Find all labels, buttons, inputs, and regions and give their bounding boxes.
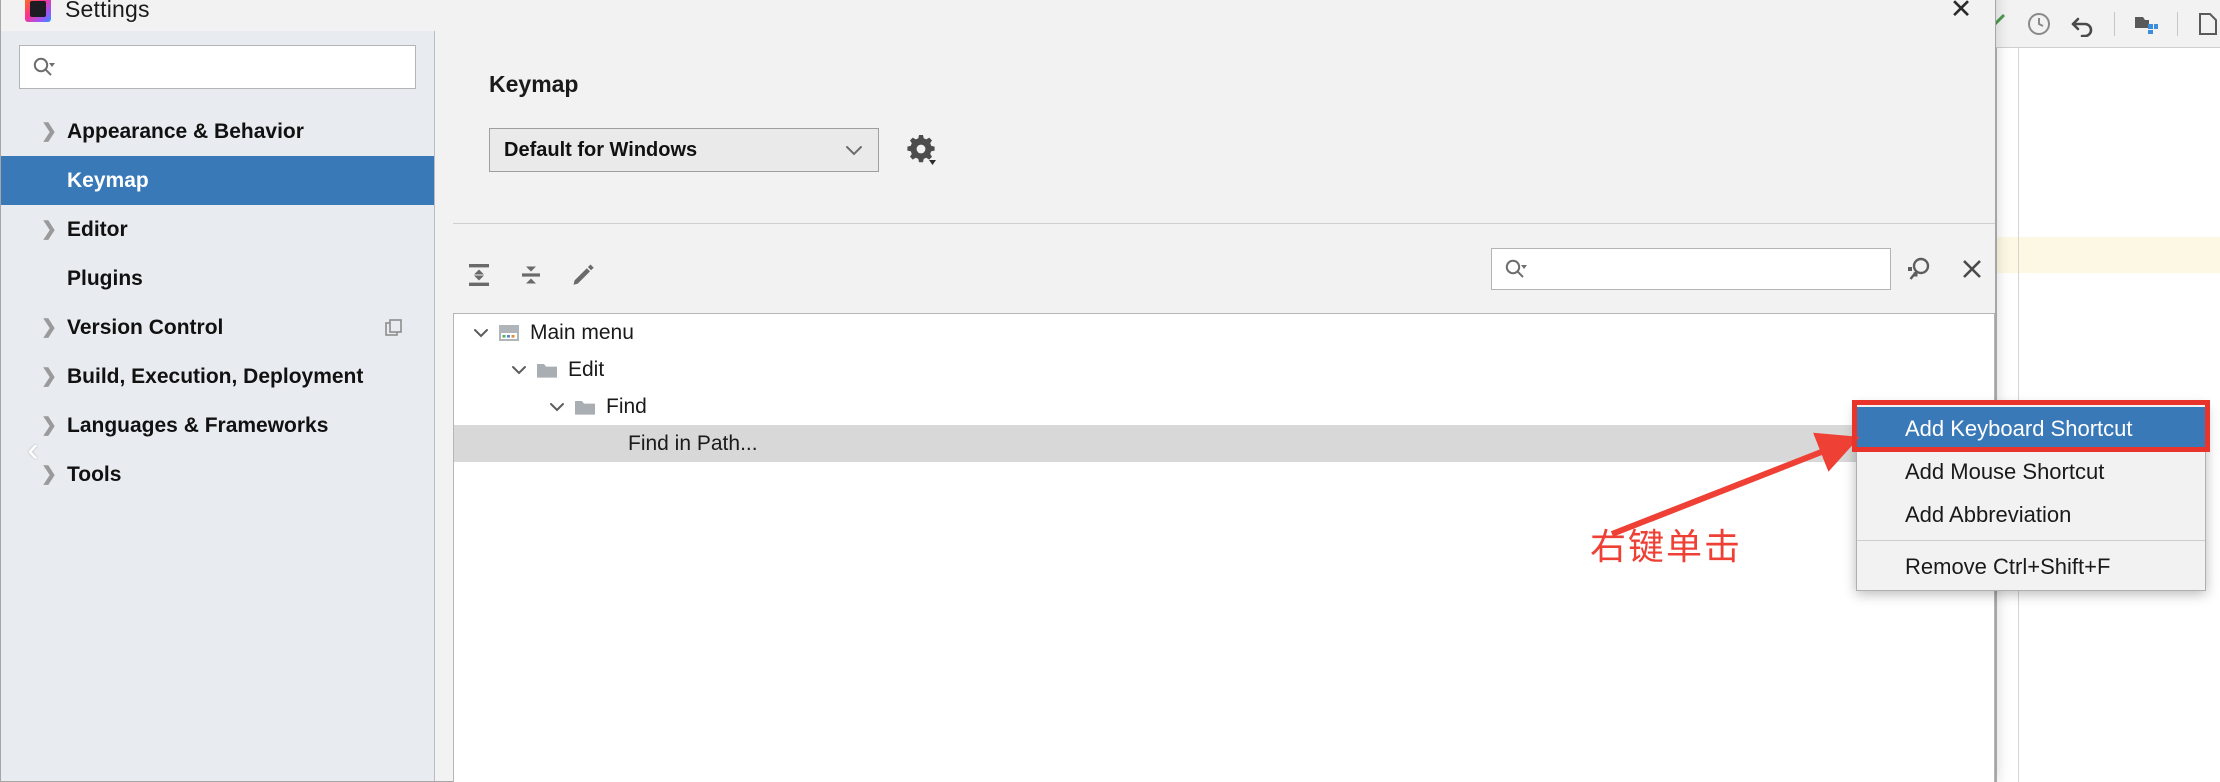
keymap-filter-box[interactable] (1491, 248, 1891, 290)
keymap-selector-row: Default for Windows (489, 128, 1959, 172)
screen-root: Settings ✕ ❯ Appearance & Behavior Keyma… (0, 0, 2220, 782)
copy-icon (384, 318, 404, 338)
ide-editor-highlight-band (1997, 237, 2220, 273)
collapse-all-icon[interactable] (505, 253, 557, 297)
context-menu-item-add-mouse-shortcut[interactable]: Add Mouse Shortcut (1857, 450, 2205, 493)
search-icon (1504, 258, 1528, 280)
settings-dialog: Settings ✕ ❯ Appearance & Behavior Keyma… (0, 0, 1996, 782)
chevron-right-icon: ❯ (41, 317, 57, 338)
toolbar-separator (2114, 11, 2115, 36)
find-by-shortcut-icon[interactable] (1897, 247, 1943, 291)
sidebar-item-plugins[interactable]: ❯ Plugins (1, 254, 434, 303)
sidebar-item-version-control[interactable]: ❯ Version Control (1, 303, 434, 352)
tree-row[interactable]: Find (454, 388, 1994, 425)
sidebar-item-label: Plugins (67, 266, 143, 290)
page-title: Keymap (489, 71, 579, 97)
chevron-down-icon[interactable] (544, 401, 570, 413)
folder-icon (570, 397, 600, 417)
keymap-filter-row (1491, 247, 1995, 291)
context-menu-item-add-keyboard-shortcut[interactable]: Add Keyboard Shortcut (1857, 407, 2205, 450)
sidebar-collapse-handle[interactable]: ‹ (17, 421, 49, 479)
sidebar-item-label: Version Control (67, 315, 224, 339)
chevron-down-icon[interactable] (506, 364, 532, 376)
sidebar-item-label: Editor (67, 217, 128, 241)
chevron-down-icon (844, 143, 864, 157)
tree-row-label: Main menu (530, 320, 634, 344)
keymap-filter-input[interactable] (1528, 250, 1890, 288)
sidebar-search-wrap (1, 31, 434, 99)
toolbar-separator-2 (2177, 11, 2178, 36)
undo-icon[interactable] (2070, 11, 2096, 37)
shortcut-tree: Main menu Edit Find Find in Path... (453, 313, 1995, 782)
tree-row[interactable]: Edit (454, 351, 1994, 388)
ide-top-toolbar (1970, 0, 2220, 48)
tree-row[interactable]: Main menu (454, 314, 1994, 351)
keymap-select[interactable]: Default for Windows (489, 128, 879, 172)
sidebar-item-editor[interactable]: ❯ Editor (1, 205, 434, 254)
context-menu-item-remove-shortcut[interactable]: Remove Ctrl+Shift+F (1857, 545, 2205, 588)
chevron-right-icon: ❯ (41, 366, 57, 387)
sidebar-item-label: Build, Execution, Deployment (67, 364, 364, 388)
dialog-titlebar: Settings ✕ (1, 0, 1995, 31)
recent-clock-icon[interactable] (2026, 11, 2052, 37)
gear-icon[interactable] (901, 130, 941, 170)
notifications-icon[interactable] (2196, 11, 2220, 37)
folder-icon (532, 360, 562, 380)
chevron-down-icon[interactable] (468, 327, 494, 339)
search-icon (32, 56, 56, 78)
settings-sidebar: ❯ Appearance & Behavior ❯ Keymap ❯ Edito… (1, 31, 435, 781)
context-menu: Add Keyboard Shortcut Add Mouse Shortcut… (1856, 404, 2206, 591)
clear-filter-icon[interactable] (1949, 247, 1995, 291)
sidebar-search-box[interactable] (19, 45, 416, 89)
tree-row[interactable]: Find in Path... Ctrl+Shift+F (454, 425, 1994, 462)
main-menu-icon (494, 322, 524, 344)
panel-divider (453, 223, 1995, 224)
sidebar-item-languages-frameworks[interactable]: ❯ Languages & Frameworks (1, 401, 434, 450)
tree-row-label: Edit (568, 357, 605, 381)
sidebar-item-appearance-behavior[interactable]: ❯ Appearance & Behavior (1, 107, 434, 156)
annotation-text: 右键单击 (1590, 527, 1743, 568)
sidebar-item-build-execution-deployment[interactable]: ❯ Build, Execution, Deployment (1, 352, 434, 401)
edit-pencil-icon[interactable] (557, 253, 609, 297)
keymap-panel: Keymap Default for Windows Main menu Edi… (435, 31, 1995, 782)
dialog-title: Settings (65, 0, 150, 22)
close-icon[interactable]: ✕ (1939, 0, 1983, 27)
dialog-body: ❯ Appearance & Behavior ❯ Keymap ❯ Edito… (1, 31, 1995, 782)
keymap-select-value: Default for Windows (504, 138, 698, 161)
project-structure-icon[interactable] (2133, 11, 2159, 37)
jetbrains-logo-icon (25, 0, 51, 22)
sidebar-item-keymap[interactable]: ❯ Keymap (1, 156, 434, 205)
expand-all-icon[interactable] (453, 253, 505, 297)
sidebar-item-tools[interactable]: ❯ Tools (1, 450, 434, 499)
sidebar-item-label: Appearance & Behavior (67, 119, 304, 143)
sidebar-tree: ❯ Appearance & Behavior ❯ Keymap ❯ Edito… (1, 107, 434, 499)
sidebar-item-label: Keymap (67, 168, 149, 192)
context-menu-separator (1857, 540, 2205, 541)
context-menu-item-add-abbreviation[interactable]: Add Abbreviation (1857, 493, 2205, 536)
chevron-right-icon: ❯ (41, 121, 57, 142)
sidebar-item-label: Tools (67, 462, 122, 486)
tree-row-label: Find (606, 394, 647, 418)
sidebar-item-label: Languages & Frameworks (67, 413, 329, 437)
chevron-right-icon: ❯ (41, 219, 57, 240)
sidebar-search-input[interactable] (62, 47, 415, 87)
tree-row-label: Find in Path... (628, 431, 758, 455)
